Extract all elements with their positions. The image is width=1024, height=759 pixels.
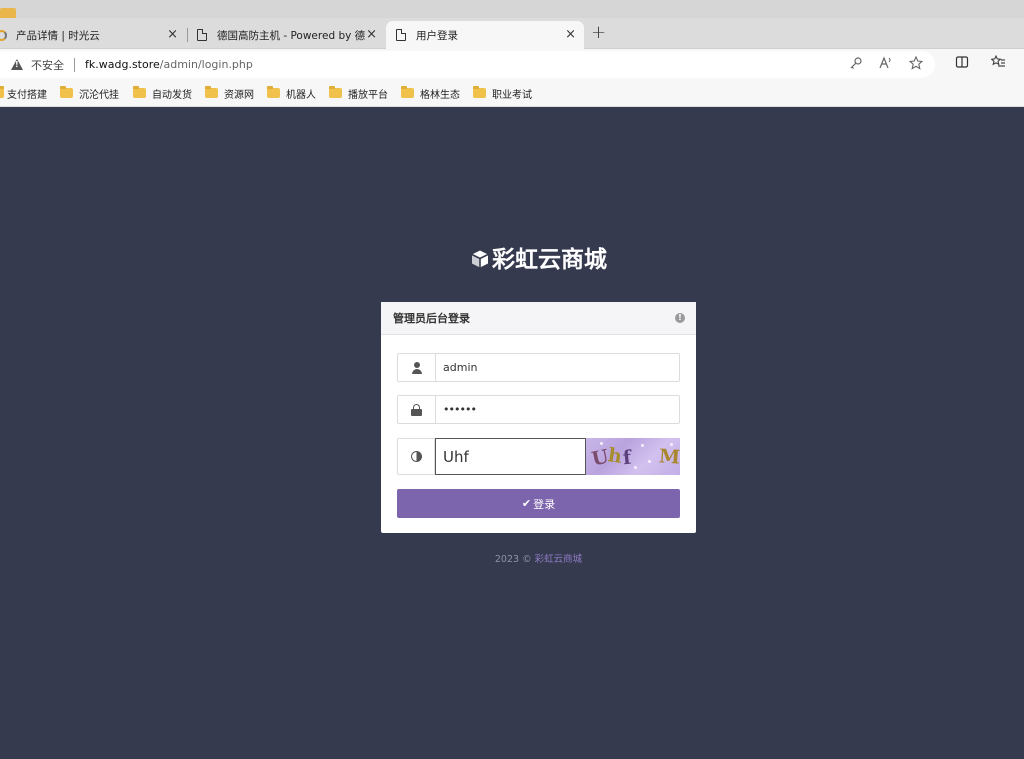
page-icon bbox=[396, 29, 406, 41]
bookmark-label: 沉沦代挂 bbox=[79, 89, 119, 101]
bookmark-item[interactable]: 自动发货 bbox=[133, 86, 192, 101]
captcha-noise bbox=[634, 466, 637, 469]
captcha-char: h bbox=[606, 444, 624, 468]
password-input[interactable] bbox=[436, 396, 679, 423]
bookmark-label: 播放平台 bbox=[348, 89, 388, 101]
footer-copyright: 2023 © bbox=[494, 554, 535, 565]
favorites-list-icon[interactable] bbox=[991, 55, 1006, 69]
read-aloud-icon[interactable] bbox=[879, 56, 893, 70]
folder-icon bbox=[0, 8, 16, 18]
bookmark-item[interactable]: 格林生态 bbox=[401, 86, 460, 101]
bookmarks-bar: 支付搭建 沉沦代挂 自动发货 资源网 机器人 播放平台 格林生态 职业考试 bbox=[0, 80, 1024, 107]
login-panel: 管理员后台登录 ! U h f M ✔ 登录 bbox=[381, 302, 696, 533]
folder-icon bbox=[205, 86, 218, 98]
bookmark-label: 机器人 bbox=[286, 89, 316, 101]
window-top-strip bbox=[0, 0, 1024, 18]
close-tab-icon[interactable]: × bbox=[565, 28, 576, 42]
password-group bbox=[397, 395, 680, 424]
folder-icon bbox=[133, 86, 146, 98]
new-tab-button[interactable]: + bbox=[591, 22, 606, 43]
loading-icon bbox=[0, 29, 7, 41]
tab-label: 德国高防主机 - Powered by 德国 bbox=[217, 29, 365, 42]
footer-link[interactable]: 彩虹云商城 bbox=[535, 554, 583, 565]
bookmark-item[interactable]: 职业考试 bbox=[473, 86, 532, 101]
tab-bar: 产品详情 | 时光云 × 德国高防主机 - Powered by 德国 × 用户… bbox=[0, 18, 1024, 49]
login-button-label: 登录 bbox=[533, 497, 556, 511]
address-row: 不安全 fk.wadg.store/admin/login.php bbox=[0, 49, 1024, 80]
address-bar[interactable]: 不安全 fk.wadg.store/admin/login.php bbox=[0, 51, 935, 78]
security-status[interactable]: 不安全 bbox=[31, 57, 64, 73]
tab-label: 产品详情 | 时光云 bbox=[16, 29, 100, 42]
warning-icon[interactable] bbox=[11, 59, 23, 70]
folder-icon bbox=[401, 86, 414, 98]
close-tab-icon[interactable]: × bbox=[366, 28, 377, 42]
check-icon: ✔ bbox=[521, 497, 532, 510]
brand-title-text: 彩虹云商城 bbox=[492, 247, 607, 273]
contrast-icon bbox=[410, 451, 422, 462]
url-path[interactable]: /admin/login.php bbox=[160, 58, 253, 71]
captcha-char: M bbox=[658, 445, 680, 469]
close-tab-icon[interactable]: × bbox=[167, 28, 178, 42]
brand-title: 彩虹云商城 bbox=[0, 240, 1024, 274]
favorite-star-icon[interactable] bbox=[909, 56, 923, 70]
username-addon bbox=[398, 354, 436, 381]
username-group bbox=[397, 353, 680, 382]
folder-icon bbox=[329, 86, 342, 98]
bookmark-item[interactable]: 播放平台 bbox=[329, 86, 388, 101]
bookmark-label: 职业考试 bbox=[492, 89, 532, 101]
page-icon bbox=[197, 29, 207, 41]
bookmark-item[interactable]: 资源网 bbox=[205, 86, 254, 101]
bookmark-item[interactable]: 沉沦代挂 bbox=[60, 86, 119, 101]
folder-icon bbox=[60, 86, 73, 98]
bookmark-label: 格林生态 bbox=[420, 89, 460, 101]
captcha-noise bbox=[648, 460, 651, 463]
password-addon bbox=[398, 396, 436, 423]
panel-title: 管理员后台登录 bbox=[393, 312, 470, 325]
captcha-noise bbox=[641, 444, 644, 447]
captcha-noise bbox=[670, 443, 673, 446]
divider bbox=[74, 57, 75, 72]
username-input[interactable] bbox=[436, 354, 679, 381]
tab-label: 用户登录 bbox=[416, 29, 458, 42]
folder-icon bbox=[473, 86, 486, 98]
bookmark-payment-setup[interactable]: 支付搭建 bbox=[0, 86, 47, 101]
folder-icon bbox=[0, 86, 4, 98]
bookmark-label: 自动发货 bbox=[152, 89, 192, 101]
toolbar-icons bbox=[955, 55, 1006, 69]
captcha-addon bbox=[397, 438, 435, 475]
split-screen-icon[interactable] bbox=[955, 55, 969, 69]
url-host[interactable]: fk.wadg.store bbox=[85, 58, 160, 71]
folder-icon bbox=[267, 86, 280, 98]
panel-header: 管理员后台登录 ! bbox=[381, 302, 696, 335]
page-footer: 2023 © 彩虹云商城 bbox=[0, 551, 1024, 565]
captcha-noise bbox=[600, 442, 603, 445]
user-icon bbox=[411, 361, 423, 374]
captcha-image[interactable]: U h f M bbox=[586, 438, 680, 475]
info-icon[interactable]: ! bbox=[675, 313, 685, 323]
address-bar-icons bbox=[849, 56, 923, 70]
captcha-group: U h f M bbox=[397, 438, 680, 475]
tab-separator bbox=[187, 28, 188, 42]
tab-german-host[interactable]: 德国高防主机 - Powered by 德国 × bbox=[193, 21, 385, 49]
bookmark-label: 支付搭建 bbox=[7, 89, 47, 101]
bookmark-label: 资源网 bbox=[224, 89, 254, 101]
lock-icon bbox=[411, 403, 422, 416]
tab-product-detail[interactable]: 产品详情 | 时光云 × bbox=[0, 21, 186, 49]
captcha-input[interactable] bbox=[435, 438, 586, 475]
cube-icon bbox=[471, 250, 489, 268]
tab-user-login[interactable]: 用户登录 × bbox=[386, 21, 584, 49]
bookmark-item[interactable]: 机器人 bbox=[267, 86, 316, 101]
captcha-char: f bbox=[621, 446, 633, 470]
key-icon[interactable] bbox=[849, 56, 863, 70]
login-button[interactable]: ✔ 登录 bbox=[397, 489, 680, 518]
